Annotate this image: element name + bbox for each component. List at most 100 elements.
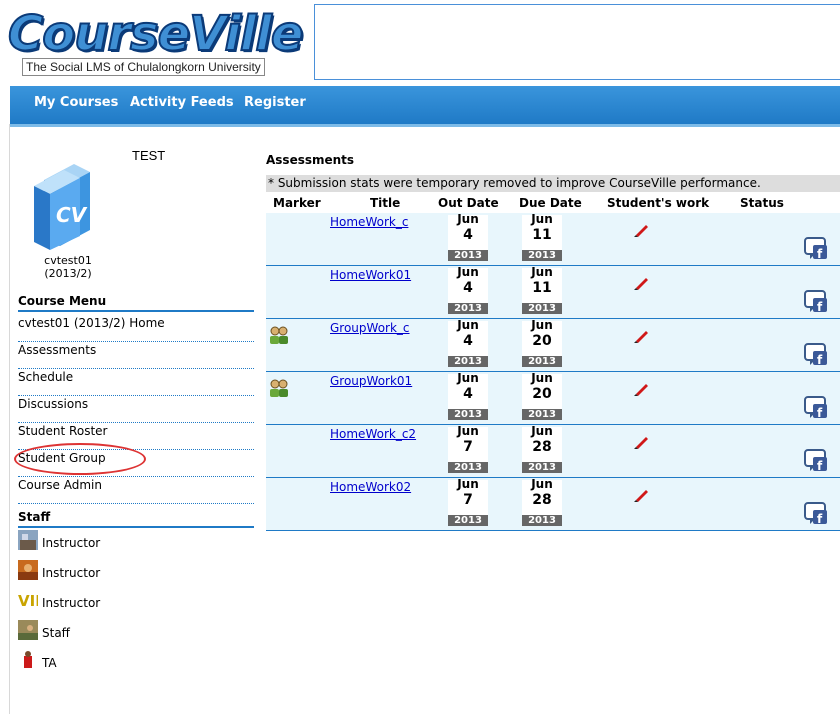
course-book-icon[interactable]: CV bbox=[30, 150, 110, 250]
out-date-badge: Jun 7 2013 bbox=[448, 425, 488, 473]
table-row: HomeWork_c Jun 4 2013 Jun 11 2013 f bbox=[266, 213, 840, 266]
due-date-badge: Jun 20 2013 bbox=[522, 319, 562, 367]
col-header-status: Status bbox=[740, 196, 784, 210]
due-date-month: Jun bbox=[531, 424, 553, 438]
col-header-title: Title bbox=[370, 196, 401, 210]
menu-item-home[interactable]: cvtest01 (2013/2) Home bbox=[18, 315, 254, 342]
out-date-badge: Jun 4 2013 bbox=[448, 212, 488, 261]
menu-item-assessments[interactable]: Assessments bbox=[18, 342, 254, 369]
menu-item-student-group[interactable]: Student Group bbox=[18, 450, 254, 477]
due-date-day: 20 bbox=[532, 386, 552, 402]
main-navbar: My Courses Activity Feeds Register bbox=[10, 86, 840, 127]
due-date-month: Jun bbox=[531, 265, 553, 279]
course-term-label: (2013/2) bbox=[44, 267, 92, 280]
staff-role-label: Instructor bbox=[42, 536, 101, 550]
staff-heading: Staff bbox=[18, 510, 254, 528]
staff-member[interactable]: Staff bbox=[18, 620, 254, 648]
due-date-badge: Jun 11 2013 bbox=[522, 265, 562, 314]
menu-item-schedule[interactable]: Schedule bbox=[18, 369, 254, 396]
staff-photo-icon bbox=[18, 650, 38, 670]
assessment-title-link[interactable]: HomeWork01 bbox=[330, 268, 411, 282]
nav-activity-feeds[interactable]: Activity Feeds bbox=[130, 95, 234, 110]
facebook-share-icon[interactable]: f bbox=[804, 237, 828, 261]
due-date-day: 20 bbox=[532, 333, 552, 349]
facebook-share-icon[interactable]: f bbox=[804, 502, 828, 526]
out-date-day: 4 bbox=[463, 227, 473, 243]
out-date-day: 4 bbox=[463, 333, 473, 349]
out-date-day: 7 bbox=[463, 439, 473, 455]
pencil-icon[interactable] bbox=[634, 488, 650, 502]
assessment-title-link[interactable]: GroupWork_c bbox=[330, 321, 410, 335]
svg-text:f: f bbox=[817, 300, 823, 314]
pencil-icon[interactable] bbox=[634, 276, 650, 290]
pencil-icon[interactable] bbox=[634, 382, 650, 396]
pencil-icon[interactable] bbox=[634, 223, 650, 237]
due-date-year: 2013 bbox=[522, 409, 562, 420]
assessment-title-link[interactable]: GroupWork01 bbox=[330, 374, 412, 388]
svg-text:f: f bbox=[817, 512, 823, 526]
due-date-day: 11 bbox=[532, 227, 552, 243]
assessment-title-link[interactable]: HomeWork02 bbox=[330, 480, 411, 494]
out-date-year: 2013 bbox=[448, 303, 488, 314]
course-code: cvtest01 (2013/2) bbox=[18, 254, 118, 280]
staff-member[interactable]: TA bbox=[18, 650, 254, 678]
table-row: HomeWork_c2 Jun 7 2013 Jun 28 2013 f bbox=[266, 425, 840, 478]
facebook-share-icon[interactable]: f bbox=[804, 449, 828, 473]
logo-wordmark: CourseVille bbox=[7, 5, 304, 63]
staff-photo-icon bbox=[18, 530, 38, 550]
due-date-year: 2013 bbox=[522, 356, 562, 367]
course-code-label: cvtest01 bbox=[44, 254, 92, 267]
due-date-badge: Jun 28 2013 bbox=[522, 477, 562, 526]
header-banner-box bbox=[314, 4, 840, 80]
out-date-badge: Jun 7 2013 bbox=[448, 478, 488, 526]
assessment-title-link[interactable]: HomeWork_c2 bbox=[330, 427, 416, 441]
out-date-year: 2013 bbox=[448, 356, 488, 367]
due-date-month: Jun bbox=[531, 212, 553, 226]
staff-member[interactable]: VII Instructor bbox=[18, 590, 254, 618]
due-date-month: Jun bbox=[531, 371, 553, 385]
svg-text:f: f bbox=[817, 459, 823, 473]
col-header-students-work: Student's work bbox=[607, 196, 710, 210]
staff-member[interactable]: Instructor bbox=[18, 530, 254, 558]
nav-register[interactable]: Register bbox=[244, 95, 306, 110]
staff-photo-icon bbox=[18, 620, 38, 640]
due-date-month: Jun bbox=[531, 477, 553, 491]
out-date-month: Jun bbox=[457, 265, 479, 279]
logo-tagline: The Social LMS of Chulalongkorn Universi… bbox=[22, 58, 265, 76]
svg-text:CV: CV bbox=[56, 203, 88, 227]
course-menu-heading: Course Menu bbox=[18, 294, 254, 312]
due-date-year: 2013 bbox=[522, 250, 562, 261]
table-row: GroupWork_c Jun 4 2013 Jun 20 2013 f bbox=[266, 319, 840, 372]
facebook-share-icon[interactable]: f bbox=[804, 343, 828, 367]
courseville-logo[interactable]: CourseVille The Social LMS of Chulalongk… bbox=[4, 5, 304, 78]
out-date-day: 4 bbox=[463, 386, 473, 402]
facebook-share-icon[interactable]: f bbox=[804, 290, 828, 314]
menu-item-student-roster[interactable]: Student Roster bbox=[18, 423, 254, 450]
table-row: HomeWork01 Jun 4 2013 Jun 11 2013 f bbox=[266, 266, 840, 319]
menu-item-course-admin[interactable]: Course Admin bbox=[18, 477, 254, 504]
staff-photo-icon: VII bbox=[18, 590, 38, 610]
out-date-month: Jun bbox=[457, 371, 479, 385]
staff-member[interactable]: Instructor bbox=[18, 560, 254, 588]
staff-role-label: Instructor bbox=[42, 566, 101, 580]
staff-role-label: TA bbox=[42, 656, 57, 670]
due-date-year: 2013 bbox=[522, 515, 562, 526]
left-divider bbox=[9, 124, 10, 714]
table-row: GroupWork01 Jun 4 2013 Jun 20 2013 f bbox=[266, 372, 840, 425]
out-date-year: 2013 bbox=[448, 462, 488, 473]
due-date-badge: Jun 11 2013 bbox=[522, 212, 562, 261]
col-header-due-date: Due Date bbox=[519, 196, 582, 210]
out-date-badge: Jun 4 2013 bbox=[448, 265, 488, 314]
out-date-badge: Jun 4 2013 bbox=[448, 371, 488, 420]
pencil-icon[interactable] bbox=[634, 435, 650, 449]
menu-item-discussions[interactable]: Discussions bbox=[18, 396, 254, 423]
out-date-month: Jun bbox=[457, 212, 479, 226]
svg-text:VII: VII bbox=[18, 592, 38, 610]
facebook-share-icon[interactable]: f bbox=[804, 396, 828, 420]
staff-role-label: Instructor bbox=[42, 596, 101, 610]
nav-my-courses[interactable]: My Courses bbox=[34, 95, 118, 110]
out-date-day: 4 bbox=[463, 280, 473, 296]
pencil-icon[interactable] bbox=[634, 329, 650, 343]
assessment-title-link[interactable]: HomeWork_c bbox=[330, 215, 408, 229]
due-date-badge: Jun 28 2013 bbox=[522, 424, 562, 473]
